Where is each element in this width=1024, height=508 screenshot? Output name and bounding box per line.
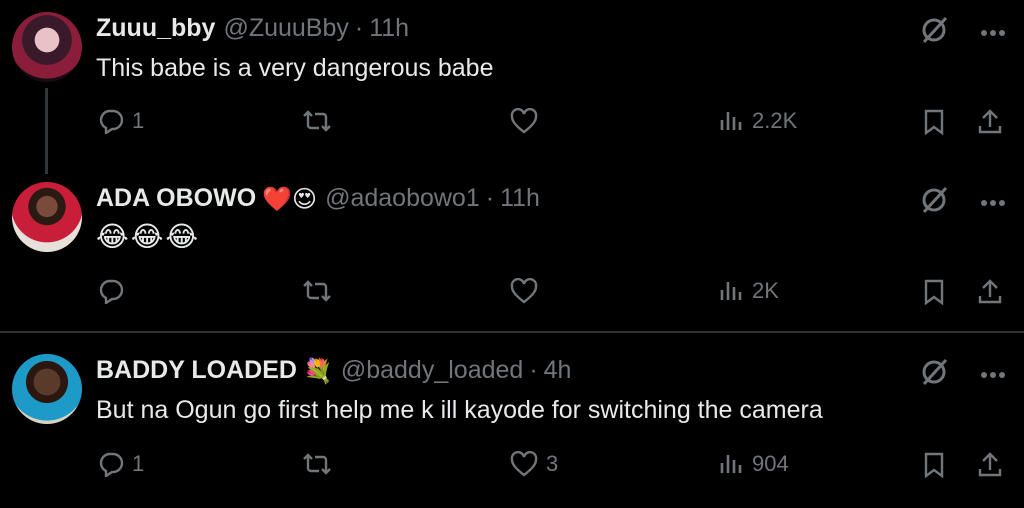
display-name[interactable]: Zuuu_bby: [96, 14, 215, 43]
views-icon: [718, 278, 744, 304]
retweet-button[interactable]: [302, 451, 340, 477]
views-count: 904: [752, 451, 789, 476]
views-count: 2.2K: [752, 108, 798, 133]
share-button[interactable]: [976, 108, 1004, 136]
bookmark-button[interactable]: [922, 108, 946, 136]
tweet-text: 😂😂😂: [96, 220, 201, 253]
like-count: 3: [546, 451, 559, 476]
reply-count: 1: [132, 108, 145, 133]
views-button[interactable]: 2.2K: [718, 108, 797, 134]
tweet-text: But na Ogun go first help me k ill kayod…: [96, 396, 823, 424]
reply-icon: [98, 108, 124, 134]
views-icon: [718, 451, 744, 477]
like-icon: [510, 108, 538, 134]
share-icon: [976, 108, 1004, 136]
tweet[interactable]: BADDY LOADED 💐 @baddy_loaded · 4h But na…: [0, 334, 1024, 508]
tweet[interactable]: ADA OBOWO ❤️😍 @adaobowo1 · 11h 😂😂😂 2K: [0, 170, 1024, 330]
retweet-icon: [302, 278, 332, 304]
avatar[interactable]: [12, 12, 82, 82]
separator: ·: [529, 356, 538, 384]
separator: ·: [485, 184, 495, 212]
more-icon[interactable]: [980, 24, 1006, 42]
retweet-button[interactable]: [302, 108, 340, 134]
reply-count: 1: [132, 451, 145, 476]
separator: ·: [354, 14, 364, 42]
share-button[interactable]: [976, 451, 1004, 479]
grok-icon[interactable]: [918, 356, 950, 393]
like-button[interactable]: 3: [510, 451, 558, 477]
views-button[interactable]: 904: [718, 451, 789, 477]
timestamp[interactable]: 11h: [500, 184, 540, 213]
avatar[interactable]: [12, 182, 82, 252]
retweet-icon: [302, 108, 332, 134]
like-button[interactable]: [510, 278, 546, 304]
reply-icon: [98, 278, 124, 304]
display-name[interactable]: ADA OBOWO: [96, 184, 256, 213]
like-icon: [510, 451, 538, 477]
display-name[interactable]: BADDY LOADED: [96, 356, 297, 385]
views-button[interactable]: 2K: [718, 278, 779, 304]
user-handle[interactable]: @ZuuuBby: [223, 14, 348, 43]
bookmark-icon: [922, 278, 946, 306]
tweet[interactable]: Zuuu_bby @ZuuuBby · 11h This babe is a v…: [0, 0, 1024, 162]
reply-icon: [98, 451, 124, 477]
name-emoji: ❤️😍: [262, 184, 318, 213]
name-emoji: 💐: [302, 356, 333, 385]
divider: [0, 331, 1024, 333]
like-button[interactable]: [510, 108, 546, 134]
share-button[interactable]: [976, 278, 1004, 306]
reply-button[interactable]: 1: [98, 451, 144, 477]
user-handle[interactable]: @baddy_loaded: [341, 356, 523, 385]
share-icon: [976, 451, 1004, 479]
retweet-button[interactable]: [302, 278, 340, 304]
retweet-icon: [302, 451, 332, 477]
bookmark-icon: [922, 108, 946, 136]
bookmark-button[interactable]: [922, 278, 946, 306]
views-count: 2K: [752, 278, 779, 303]
grok-icon[interactable]: [918, 14, 950, 51]
bookmark-button[interactable]: [922, 451, 946, 479]
reply-button[interactable]: [98, 278, 132, 304]
like-icon: [510, 278, 538, 304]
more-icon[interactable]: [980, 366, 1006, 384]
avatar[interactable]: [12, 354, 82, 424]
more-icon[interactable]: [980, 194, 1006, 212]
share-icon: [976, 278, 1004, 306]
timestamp[interactable]: 4h: [544, 356, 572, 385]
reply-button[interactable]: 1: [98, 108, 144, 134]
views-icon: [718, 108, 744, 134]
bookmark-icon: [922, 451, 946, 479]
user-handle[interactable]: @adaobowo1: [325, 184, 480, 213]
timestamp[interactable]: 11h: [369, 14, 409, 43]
grok-icon[interactable]: [918, 184, 950, 221]
tweet-text: This babe is a very dangerous babe: [96, 54, 494, 82]
